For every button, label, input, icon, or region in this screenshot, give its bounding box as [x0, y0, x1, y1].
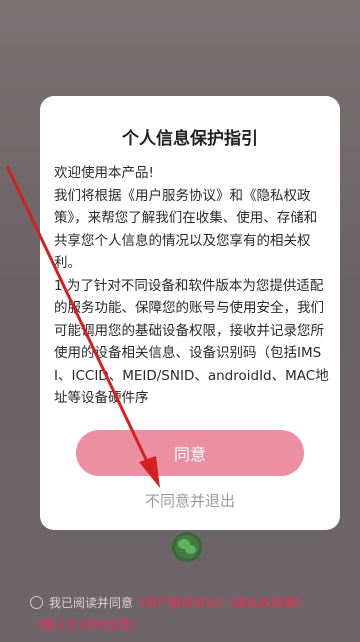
consent-prefix: 我已阅读并同意: [49, 596, 134, 610]
user-agreement-link[interactable]: 《用户服务协议》: [133, 596, 229, 610]
dialog-title: 个人信息保护指引: [122, 129, 258, 149]
dialog-paragraph-intro: 我们将根据《用户服务协议》和《隐私权政策》，来帮您了解我们在收集、使用、存储和共…: [54, 187, 318, 272]
privacy-dialog: 个人信息保护指引 欢迎使用本产品! 我们将根据《用户服务协议》和《隐私权政策》，…: [40, 96, 340, 530]
privacy-policy-link[interactable]: 《隐私权政策》: [229, 596, 307, 610]
consent-row: 我已阅读并同意《用户服务协议》《隐私权政策》《第三方SDK目录》: [30, 592, 350, 636]
dialog-paragraph-welcome: 欢迎使用本产品!: [54, 165, 154, 181]
consent-radio-icon[interactable]: [30, 596, 43, 609]
dialog-paragraph-device: 1.为了针对不同设备和软件版本为您提供适配的服务功能、保障您的账号与使用安全，我…: [54, 277, 329, 407]
third-party-sdk-link[interactable]: 《第三方SDK目录》: [30, 618, 142, 632]
wechat-login-icon[interactable]: [172, 532, 202, 562]
dialog-body[interactable]: 欢迎使用本产品! 我们将根据《用户服务协议》和《隐私权政策》，来帮您了解我们在收…: [54, 162, 330, 436]
agree-button[interactable]: 同意: [76, 430, 304, 476]
disagree-exit-button[interactable]: 不同意并退出: [40, 490, 340, 511]
